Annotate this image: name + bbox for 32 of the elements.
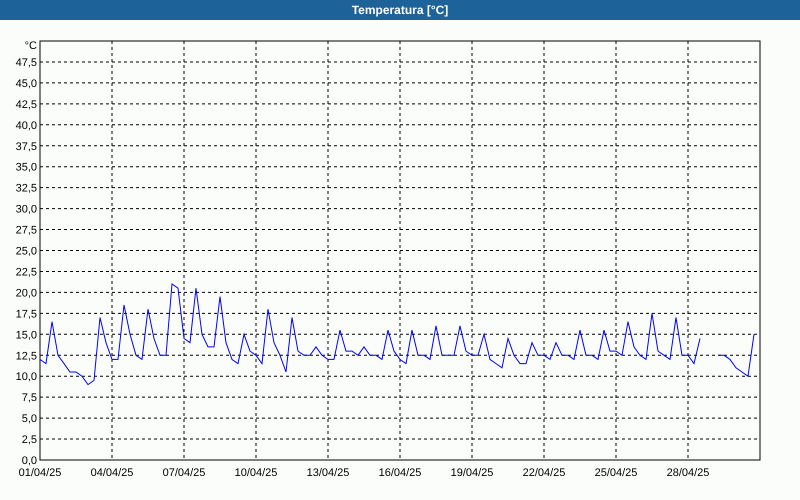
x-tick-label: 13/04/25 bbox=[306, 467, 350, 479]
y-tick-label: 35,0 bbox=[16, 162, 37, 174]
y-tick-label: 22,5 bbox=[16, 266, 37, 278]
y-axis-unit: °C bbox=[24, 40, 37, 52]
x-tick-label: 04/04/25 bbox=[90, 467, 134, 479]
x-tick-label: 01/04/25 bbox=[18, 467, 62, 479]
x-tick-label: 19/04/25 bbox=[450, 467, 494, 479]
y-tick-label: 2,5 bbox=[22, 434, 37, 446]
x-tick-label: 28/04/25 bbox=[666, 467, 710, 479]
y-tick-label: 20,0 bbox=[16, 287, 37, 300]
x-tick-label: 25/04/25 bbox=[594, 467, 638, 479]
y-tick-label: 12,5 bbox=[16, 350, 37, 362]
y-tick-label: 17,5 bbox=[16, 308, 37, 320]
y-tick-label: 7,5 bbox=[22, 392, 37, 404]
chart-title: Temperatura [°C] bbox=[352, 3, 448, 17]
y-tick-label: 5,0 bbox=[22, 413, 37, 426]
y-tick-label: 47,5 bbox=[16, 56, 37, 69]
y-tick-label: 30,0 bbox=[16, 204, 37, 216]
y-tick-label: 32,5 bbox=[16, 182, 37, 195]
x-tick-label: 22/04/25 bbox=[522, 467, 566, 479]
y-tick-label: 25,0 bbox=[16, 246, 37, 258]
y-tick-label: 42,5 bbox=[16, 98, 37, 111]
y-tick-label: 40,0 bbox=[16, 120, 37, 132]
y-tick-label: 0,0 bbox=[22, 455, 37, 467]
y-tick-label: 37,5 bbox=[16, 140, 37, 153]
y-tick-label: 45,0 bbox=[16, 78, 37, 90]
y-tick-label: 10,0 bbox=[16, 371, 37, 384]
y-tick-label: 15,0 bbox=[16, 329, 37, 342]
y-tick-label: 27,5 bbox=[16, 224, 37, 237]
x-tick-label: 07/04/25 bbox=[162, 467, 206, 479]
x-tick-label: 16/04/25 bbox=[378, 467, 422, 479]
x-tick-label: 10/04/25 bbox=[234, 467, 278, 479]
